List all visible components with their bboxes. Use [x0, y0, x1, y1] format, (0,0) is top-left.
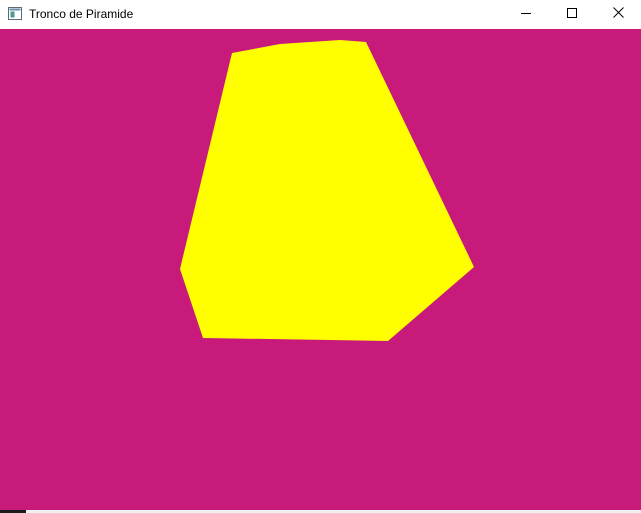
maximize-icon: [567, 5, 577, 23]
minimize-icon: [521, 5, 531, 23]
render-canvas: [0, 29, 641, 510]
minimize-button[interactable]: [503, 0, 549, 28]
close-button[interactable]: [595, 0, 641, 28]
maximize-button[interactable]: [549, 0, 595, 28]
app-window: Tronco de Piramide: [0, 0, 641, 513]
window-title: Tronco de Piramide: [29, 7, 134, 21]
close-icon: [612, 5, 624, 23]
title-bar[interactable]: Tronco de Piramide: [0, 0, 641, 28]
app-icon: [8, 7, 22, 20]
